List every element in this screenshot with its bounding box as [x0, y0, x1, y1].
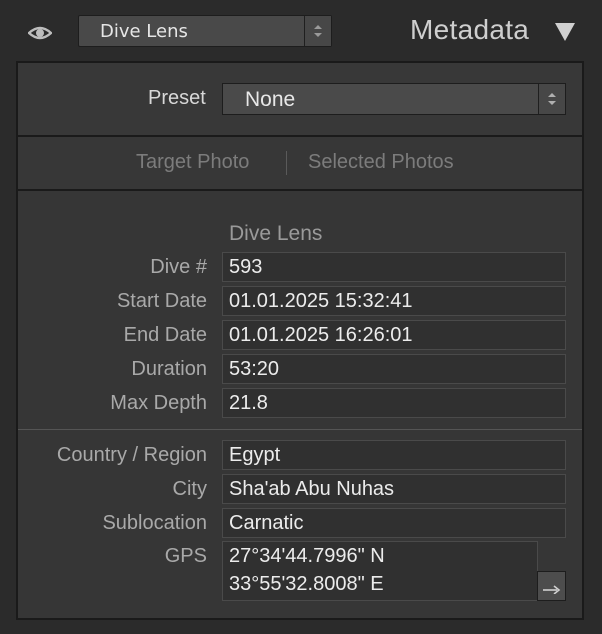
- sublocation-field[interactable]: Carnatic: [222, 508, 566, 538]
- section-title-dive-lens: Dive Lens: [229, 222, 323, 245]
- target-tabs: Target Photo Selected Photos: [18, 137, 582, 191]
- preset-row: Preset None: [18, 63, 582, 137]
- triangle-down-icon[interactable]: [554, 22, 576, 46]
- end-date-field[interactable]: 01.01.2025 16:26:01: [222, 320, 566, 350]
- max-depth-label: Max Depth: [110, 392, 207, 414]
- metadata-set-select[interactable]: Dive Lens: [78, 15, 332, 47]
- tab-separator: [286, 151, 287, 175]
- start-date-field[interactable]: 01.01.2025 15:32:41: [222, 286, 566, 316]
- city-label: City: [172, 478, 207, 500]
- country-region-value: Egypt: [229, 444, 281, 466]
- updown-arrows-icon: [538, 84, 565, 114]
- gps-label: GPS: [164, 545, 207, 567]
- dive-number-label: Dive #: [150, 256, 207, 278]
- end-date-label: End Date: [123, 324, 207, 346]
- sublocation-label: Sublocation: [102, 512, 207, 534]
- tab-selected-photos[interactable]: Selected Photos: [308, 151, 454, 174]
- preset-label: Preset: [148, 87, 206, 109]
- city-value: Sha'ab Abu Nuhas: [229, 478, 395, 500]
- dive-number-field[interactable]: 593: [222, 252, 566, 282]
- panel-header: Dive Lens Metadata: [0, 0, 602, 62]
- max-depth-value: 21.8: [229, 392, 268, 414]
- updown-arrows-icon: [304, 16, 331, 46]
- gps-latitude: 27°34'44.7996" N: [229, 545, 385, 567]
- duration-field[interactable]: 53:20: [222, 354, 566, 384]
- preset-value: None: [245, 88, 296, 111]
- duration-value: 53:20: [229, 358, 280, 380]
- section-divider: [18, 429, 582, 430]
- gps-longitude: 33°55'32.8008" E: [229, 573, 384, 595]
- country-region-field[interactable]: Egypt: [222, 440, 566, 470]
- city-field[interactable]: Sha'ab Abu Nuhas: [222, 474, 566, 504]
- start-date-label: Start Date: [116, 290, 207, 312]
- tab-target-photo[interactable]: Target Photo: [136, 151, 249, 174]
- gps-field[interactable]: 27°34'44.7996" N 33°55'32.8008" E: [222, 541, 538, 601]
- metadata-panel: Preset None Target Photo Selected Photos…: [16, 61, 584, 620]
- country-region-label: Country / Region: [56, 444, 207, 466]
- panel-title[interactable]: Metadata: [410, 14, 529, 46]
- duration-label: Duration: [131, 358, 207, 380]
- dive-number-value: 593: [229, 256, 263, 278]
- metadata-set-value: Dive Lens: [100, 21, 188, 42]
- sublocation-value: Carnatic: [229, 512, 304, 534]
- gps-go-button[interactable]: [537, 571, 566, 601]
- start-date-value: 01.01.2025 15:32:41: [229, 290, 413, 312]
- preset-select[interactable]: None: [222, 83, 566, 115]
- eye-icon[interactable]: [27, 22, 53, 44]
- max-depth-field[interactable]: 21.8: [222, 388, 566, 418]
- end-date-value: 01.01.2025 16:26:01: [229, 324, 413, 346]
